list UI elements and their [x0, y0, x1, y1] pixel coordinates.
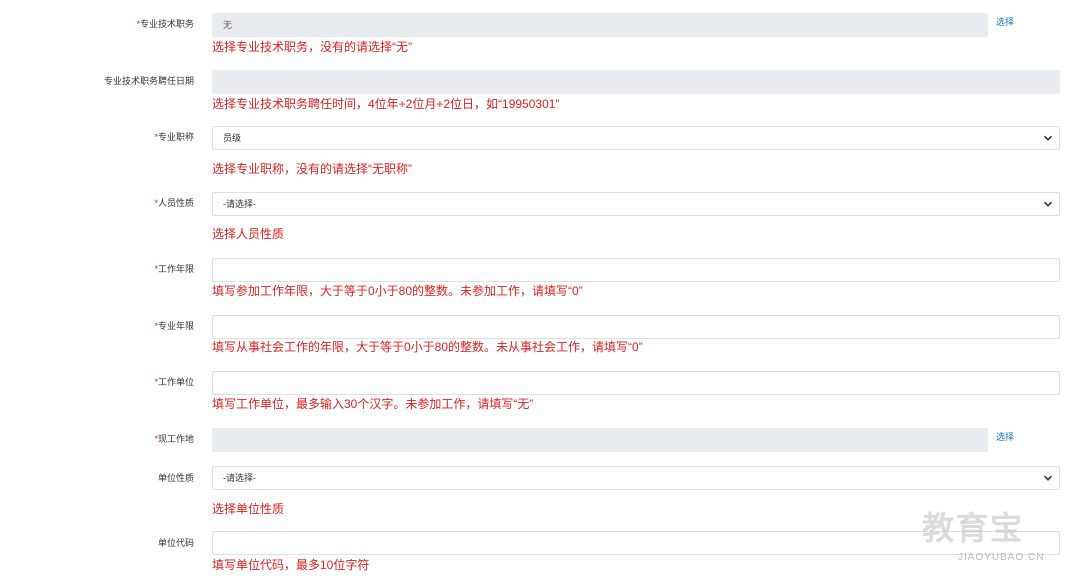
appointment-date-field[interactable]	[212, 70, 1060, 94]
field-label: 单位性质	[158, 472, 194, 484]
chevron-down-icon	[1043, 473, 1053, 483]
appointment-date-hint: 选择专业技术职务聘任时间，4位年+2位月+2位日，如“19950301”	[212, 97, 559, 111]
work-location-field	[212, 428, 988, 452]
field-label: *专业年限	[154, 320, 194, 332]
tech-position-field: 无	[212, 13, 988, 37]
professional-title-select[interactable]: 员级	[212, 126, 1060, 150]
personnel-type-hint: 选择人员性质	[212, 227, 284, 241]
field-label: *人员性质	[154, 197, 194, 209]
tech-position-hint: 选择专业技术职务，没有的请选择“无”	[212, 40, 412, 54]
watermark-main-text: 教育宝	[922, 510, 1024, 546]
field-label: *工作年限	[154, 263, 194, 275]
field-label: *现工作地	[154, 433, 194, 445]
chevron-down-icon	[1043, 133, 1053, 143]
work-years-input[interactable]	[212, 258, 1060, 282]
tech-position-select-link[interactable]: 选择	[996, 16, 1014, 28]
professional-years-hint: 填写从事社会工作的年限，大于等于0小于80的整数。未从事社会工作，请填写“0”	[212, 340, 643, 354]
field-label: *专业职称	[154, 131, 194, 143]
personnel-type-select[interactable]: -请选择-	[212, 192, 1060, 216]
field-label: 单位代码	[158, 537, 194, 549]
employer-type-hint: 选择单位性质	[212, 502, 284, 516]
field-label: *专业技术职务	[136, 18, 194, 30]
field-label: 专业技术职务聘任日期	[104, 75, 194, 87]
chevron-down-icon	[1043, 199, 1053, 209]
watermark-sub-text: JIAOYUBAO.CN	[958, 552, 1044, 564]
employer-code-hint: 填写单位代码，最多10位字符	[212, 558, 369, 572]
employer-type-select[interactable]: -请选择-	[212, 466, 1060, 490]
field-label: *工作单位	[154, 376, 194, 388]
employer-hint: 填写工作单位，最多输入30个汉字。未参加工作，请填写“无”	[212, 397, 533, 411]
professional-title-hint: 选择专业职称，没有的请选择“无职称”	[212, 162, 412, 176]
professional-years-input[interactable]	[212, 315, 1060, 339]
work-location-select-link[interactable]: 选择	[996, 431, 1014, 443]
work-years-hint: 填写参加工作年限，大于等于0小于80的整数。未参加工作，请填写“0”	[212, 284, 583, 298]
employer-input[interactable]	[212, 371, 1060, 395]
watermark-logo: 教育宝 JIAOYUBAO.CN	[922, 510, 1062, 572]
